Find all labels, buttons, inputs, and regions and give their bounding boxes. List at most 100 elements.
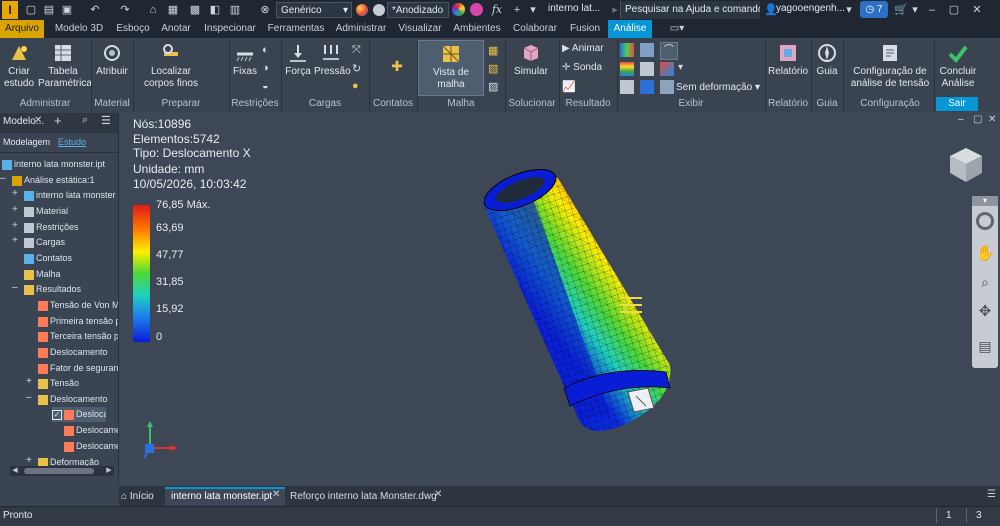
add-icon[interactable]: + [510, 3, 524, 17]
collapse-icon[interactable]: – [26, 392, 32, 403]
tree-item-tensao[interactable]: Tensão [38, 376, 79, 391]
tab-modelagem[interactable]: Modelagem [3, 137, 50, 147]
convergence-icon[interactable]: ▨ [488, 80, 502, 94]
tab-colaborar[interactable]: Colaborar [508, 20, 562, 38]
stop-icon[interactable]: ⊗ [258, 3, 272, 17]
criar-estudo-button[interactable]: Criar estudo [2, 42, 36, 90]
tree-item-restricoes[interactable]: Restrições [24, 220, 79, 235]
tab-anotar[interactable]: Anotar [156, 20, 196, 38]
tree-item-result[interactable]: Fator de seguran [38, 361, 118, 376]
maximize-icon[interactable]: ▢ [947, 3, 961, 17]
expand-icon[interactable]: + [12, 220, 18, 231]
vista-malha-button[interactable]: Vista de malha [418, 40, 484, 96]
atribuir-button[interactable]: Atribuir [94, 42, 130, 78]
user-dropdown-icon[interactable]: ▾ [842, 3, 856, 17]
scroll-thumb[interactable] [24, 468, 94, 474]
fea-can-model[interactable] [470, 160, 690, 440]
pressao-button[interactable]: Pressão [314, 42, 351, 78]
expand-icon[interactable]: + [12, 235, 18, 246]
configuracao-button[interactable]: Configuração de análise de tensão [850, 42, 930, 90]
steering-wheel-icon[interactable] [976, 212, 994, 230]
material-combo[interactable]: *Anodizado [387, 2, 449, 18]
mesh-settings-icon[interactable]: ▦ [488, 44, 502, 58]
user-name[interactable]: yagooengenh... [776, 3, 845, 14]
display-icon-5[interactable] [640, 62, 654, 76]
cart-dropdown-icon[interactable]: ▾ [908, 3, 922, 17]
viewport-close-icon[interactable]: ✕ [988, 114, 996, 125]
pan-icon[interactable]: ✋ [976, 244, 995, 262]
tree-item-study[interactable]: Análise estática:1 [12, 173, 95, 188]
tab-close-icon[interactable]: ✕ [434, 489, 442, 500]
display-icon-7[interactable] [620, 80, 634, 94]
cart-icon[interactable]: 🛒 [894, 3, 908, 17]
expand-icon[interactable]: + [12, 188, 18, 199]
appearance-combo[interactable]: Genérico ▾ [276, 2, 352, 18]
tree-item-deslocamento[interactable]: Deslocamento [38, 392, 108, 407]
appearance-sphere-icon[interactable] [356, 4, 368, 16]
open-folder-icon[interactable]: ▤ [42, 3, 56, 17]
tab-administrar[interactable]: Administrar [332, 20, 390, 38]
orbit-icon[interactable]: ✥ [976, 302, 994, 320]
redo-icon[interactable]: ↷ [118, 3, 132, 17]
tree-item-model[interactable]: interno lata monster [24, 188, 116, 203]
plot-icon[interactable]: 📈 [562, 80, 576, 94]
new-file-icon[interactable]: ▢ [24, 3, 38, 17]
frictionless-icon[interactable]: ◑ [262, 62, 276, 76]
properties-icon[interactable]: ◧ [208, 3, 222, 17]
view-cube[interactable] [944, 142, 988, 186]
shading-icon[interactable] [620, 43, 634, 57]
scroll-left-icon[interactable]: ◀ [10, 466, 20, 476]
display-icon-3[interactable]: ⌒ [660, 42, 678, 60]
expand-icon[interactable]: + [12, 204, 18, 215]
viewport-restore-icon[interactable]: ▢ [973, 114, 982, 125]
tree-item-result[interactable]: Deslocamento [64, 439, 118, 454]
tab-fusion[interactable]: Fusion [566, 20, 604, 38]
tree-item-result[interactable]: Deslocamento [64, 423, 118, 438]
browser-scrollbar[interactable]: ◀ ▶ [10, 466, 114, 476]
moment-icon[interactable]: ⤧ [352, 44, 366, 58]
tab-document-active[interactable]: interno lata monster.ipt [165, 487, 285, 506]
deformation-scale-combo[interactable]: Sem deformação ▾ [676, 80, 762, 95]
tree-item-cargas[interactable]: Cargas [24, 235, 65, 250]
browser-menu-icon[interactable]: ☰ [101, 114, 111, 127]
fx-icon[interactable]: fx [490, 3, 504, 17]
help-search-field[interactable]: Pesquisar na Ajuda e comandos... [620, 1, 760, 19]
select-icon[interactable]: ▩ [188, 3, 202, 17]
clear-override-icon[interactable] [470, 3, 483, 16]
tab-esboco[interactable]: Esboço [112, 20, 154, 38]
localizar-corpos-button[interactable]: Localizar corpos finos [136, 42, 206, 90]
tree-item-malha[interactable]: Malha [24, 267, 61, 282]
sonda-button[interactable]: ✛ Sonda [562, 62, 616, 76]
checkbox-checked-icon[interactable]: ✓ [52, 409, 62, 420]
ribbon-options-icon[interactable]: ▭▾ [664, 20, 690, 38]
material-swatch-icon[interactable] [373, 4, 385, 16]
tree-item-contatos[interactable]: Contatos [24, 251, 72, 266]
constraint-more-icon[interactable]: ◒ [262, 80, 276, 94]
tree-item-result[interactable]: Primeira tensão p [38, 314, 118, 329]
browser-add-icon[interactable]: + [54, 113, 62, 128]
guia-button[interactable]: Guia [812, 42, 842, 78]
browser-search-icon[interactable]: ⌕ [82, 114, 88, 127]
dropdown-icon[interactable]: ▾ [526, 3, 540, 17]
undo-icon[interactable]: ↶ [88, 3, 102, 17]
tab-analise[interactable]: Análise [608, 20, 652, 38]
minimize-icon[interactable]: – [925, 3, 939, 17]
pin-constraint-icon[interactable]: ◐ [262, 44, 276, 58]
display-icon-6[interactable] [660, 62, 674, 76]
simular-button[interactable]: Simular [510, 42, 552, 78]
ipro-icon[interactable]: ▥ [228, 3, 242, 17]
tab-close-icon[interactable]: ✕ [272, 489, 280, 500]
tab-ferramentas[interactable]: Ferramentas [264, 20, 328, 38]
viewport-minimize-icon[interactable]: – [958, 114, 964, 125]
collapse-icon[interactable]: – [12, 282, 18, 293]
tabela-parametrica-button[interactable]: Tabela Paramétrica [38, 42, 92, 90]
browser-close-icon[interactable]: ✕ [34, 115, 42, 126]
color-wheel-icon[interactable] [452, 3, 465, 16]
look-at-icon[interactable]: ▤ [976, 338, 994, 356]
tab-arquivo[interactable]: Arquivo [0, 20, 44, 38]
animar-button[interactable]: ▶ Animar [562, 43, 616, 57]
local-mesh-icon[interactable]: ▧ [488, 62, 502, 76]
tab-inicio[interactable]: ⌂ Início [121, 488, 163, 505]
scroll-right-icon[interactable]: ▶ [104, 466, 114, 476]
display-icon-4[interactable] [620, 62, 634, 76]
